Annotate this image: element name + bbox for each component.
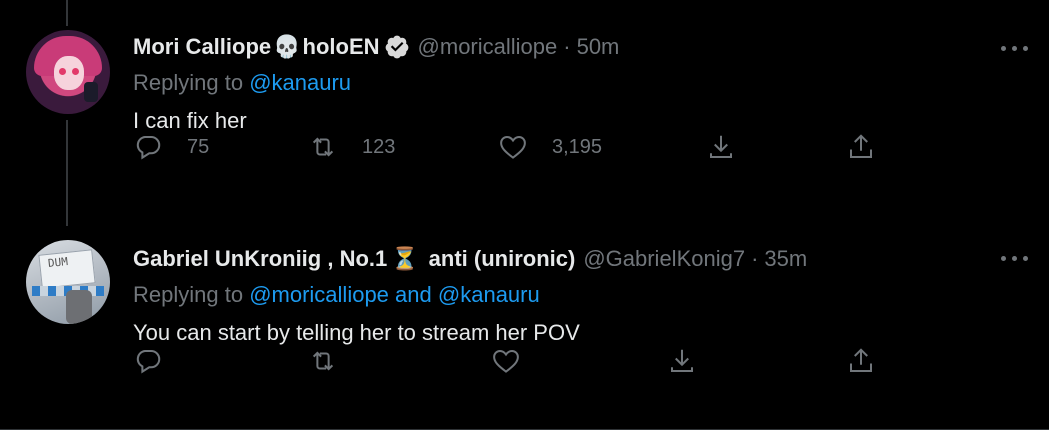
separator-dot: · [563, 34, 571, 59]
reply-count: 75 [187, 135, 210, 158]
avatar-microphone [84, 82, 98, 102]
skull-emoji: 💀 [273, 34, 301, 59]
replying-to: Replying to @kanauru [133, 70, 1019, 100]
reply-button[interactable] [133, 346, 163, 376]
like-button[interactable] [491, 346, 521, 376]
bookmark-button[interactable] [706, 132, 736, 162]
more-button[interactable] [999, 248, 1031, 268]
like-icon [493, 349, 519, 373]
replying-to-label: Replying to [133, 70, 244, 95]
retweet-count: 123 [362, 135, 396, 158]
upload-icon [850, 134, 872, 158]
more-icon [1001, 256, 1006, 261]
reply-icon [136, 136, 161, 160]
upload-icon [850, 348, 872, 372]
avatar-eye [72, 68, 79, 75]
display-name[interactable]: Gabriel UnKroniig , No.1 [133, 246, 387, 272]
hourglass-emoji: ⏳ [391, 246, 419, 271]
more-icon [1001, 46, 1006, 51]
avatar[interactable]: DUM [26, 240, 110, 324]
avatar-eye [59, 68, 66, 75]
retweet-button[interactable] [308, 346, 338, 376]
reply-icon [136, 350, 161, 374]
avatar[interactable] [26, 30, 110, 114]
timestamp[interactable]: 35m [764, 246, 807, 272]
more-icon-dot [1012, 256, 1017, 261]
share-icon [671, 349, 693, 372]
retweet-icon [312, 137, 334, 157]
tweet-header: Gabriel UnKroniig , No.1 ⏳ anti (unironi… [133, 244, 1019, 274]
share-button[interactable] [846, 132, 876, 162]
more-button[interactable] [999, 38, 1031, 58]
replying-to-link[interactable]: @kanauru [249, 70, 351, 95]
replying-to: Replying to @moricalliope and @kanauru [133, 282, 1019, 312]
reply-button[interactable]: 75 [133, 132, 209, 162]
handle[interactable]: @moricalliope [418, 34, 558, 60]
replying-to-link[interactable]: @moricalliope [249, 282, 389, 307]
tweet-header: Mori Calliope 💀 holoEN @moricalliope · 5… [133, 32, 1019, 62]
replying-to-link[interactable]: @kanauru [438, 282, 540, 307]
display-name[interactable]: Mori Calliope [133, 34, 271, 60]
timestamp[interactable]: 50m [577, 34, 620, 60]
more-icon-dot [1023, 46, 1028, 51]
tweet[interactable]: Mori Calliope 💀 holoEN @moricalliope · 5… [0, 0, 1049, 218]
avatar-hand [66, 290, 92, 324]
bookmark-button[interactable] [667, 346, 697, 376]
more-icon-dot [1012, 46, 1017, 51]
replying-to-and[interactable]: and [395, 282, 432, 307]
more-icon-dot [1023, 256, 1028, 261]
display-name-suffix[interactable]: holoEN [303, 34, 380, 60]
replying-to-label: Replying to [133, 282, 244, 307]
handle[interactable]: @GabrielKonig7 [583, 246, 745, 272]
like-button[interactable]: 3,195 [498, 132, 602, 162]
avatar-card-text: DUM [47, 254, 69, 271]
retweet-button[interactable]: 123 [308, 132, 395, 162]
share-icon [710, 135, 732, 158]
like-count: 3,195 [552, 135, 603, 158]
separator-dot: · [751, 246, 759, 271]
tweet-text: You can start by telling her to stream h… [133, 320, 580, 345]
verified-icon [385, 35, 408, 59]
retweet-icon [312, 351, 334, 371]
tweet[interactable]: DUM Gabriel UnKroniig , No.1 ⏳ anti (uni… [0, 218, 1049, 430]
display-name-suffix[interactable]: anti (unironic) [429, 246, 576, 272]
share-button[interactable] [846, 346, 876, 376]
like-icon [500, 135, 526, 159]
